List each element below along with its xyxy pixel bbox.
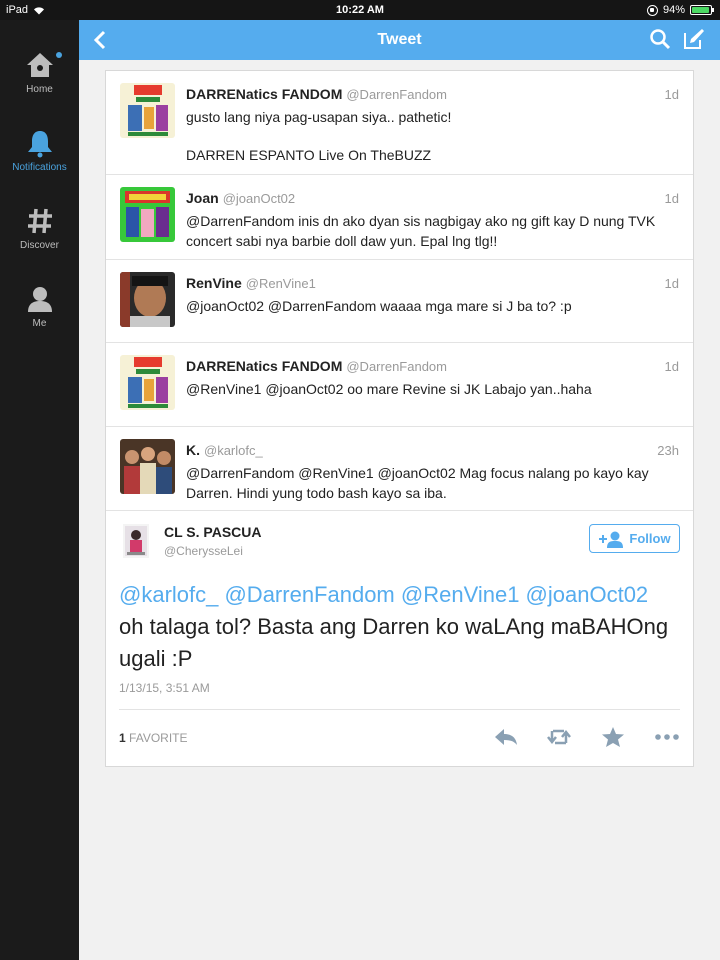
tweet-row[interactable]: DARRENatics FANDOM @DarrenFandom 1d gusto… [106,71,693,175]
author-handle: @RenVine1 [245,276,316,291]
bell-icon [27,131,52,158]
status-time: 10:22 AM [336,4,384,16]
search-icon[interactable] [649,28,671,50]
more-icon[interactable] [654,726,680,748]
favorite-label: FAVORITE [129,731,188,745]
retweet-icon[interactable] [546,726,572,748]
navbar: Tweet [79,20,720,60]
tweet-time: 23h [657,443,679,458]
tweet-text: gusto lang niya pag-usapan siya.. pathet… [186,107,686,165]
tweet-timestamp: 1/13/15, 3:51 AM [119,681,210,695]
avatar [120,83,175,138]
author-name: K. [186,442,200,458]
main-panel: Tweet DARRENatics FANDOM @DarrenFandom 1… [79,20,720,960]
tweet-time: 1d [664,276,679,291]
tweet-text-line: gusto lang niya pag-usapan siya.. pathet… [186,109,452,125]
tweet-row[interactable]: RenVine @RenVine1 1d @joanOct02 @DarrenFa… [106,260,693,343]
author-handle: @joanOct02 [222,191,296,206]
avatar [120,355,175,410]
tweet-row[interactable]: K. @karlofc_ 23h @DarrenFandom @RenVine1 … [106,427,693,511]
focused-tweet-text: @karlofc_ @DarrenFandom @RenVine1 @joanO… [119,579,684,675]
tweet-body: oh talaga tol? Basta ang Darren ko waLAn… [119,614,669,671]
avatar[interactable] [123,524,149,558]
author-handle: @karlofc_ [204,443,263,458]
compose-icon[interactable] [682,27,706,51]
avatar [120,272,175,327]
star-icon[interactable] [600,726,626,748]
follow-label: Follow [629,531,671,546]
author-name: DARRENatics FANDOM [186,86,343,102]
hashtag-icon [27,208,52,234]
sidebar-item-discover[interactable]: Discover [0,206,79,251]
tweet-author[interactable]: Joan @joanOct02 [186,190,295,206]
status-right: 94% [646,4,714,16]
author-handle: @DarrenFandom [346,359,447,374]
sidebar-item-label: Notifications [12,162,67,173]
add-user-icon [599,531,624,548]
tweet-author[interactable]: RenVine @RenVine1 [186,275,316,291]
tweet-author[interactable]: DARRENatics FANDOM @DarrenFandom [186,358,447,374]
sidebar-item-notifications[interactable]: Notifications [0,128,79,173]
rotation-lock-icon [646,4,658,16]
favorite-number: 1 [119,731,126,745]
follow-button[interactable]: Follow [589,524,680,553]
tweet-time: 1d [664,359,679,374]
tweet-text: @joanOct02 @DarrenFandom waaaa mga mare … [186,298,572,314]
tweet-author[interactable]: DARRENatics FANDOM @DarrenFandom [186,86,447,102]
sidebar-item-label: Discover [20,240,59,251]
tweet-row[interactable]: Joan @joanOct02 1d @DarrenFandom inis dn … [106,175,693,260]
mentions[interactable]: @karlofc_ @DarrenFandom @RenVine1 @joanO… [119,579,684,611]
battery-icon [690,5,714,15]
person-icon [27,287,52,312]
tweet-author[interactable]: K. @karlofc_ [186,442,263,458]
sidebar-item-me[interactable]: Me [0,284,79,329]
tweet-text: @DarrenFandom inis dn ako dyan sis nagbi… [186,213,656,249]
status-bar: iPad 10:22 AM 94% [0,0,720,20]
avatar [120,439,175,494]
sidebar-item-label: Home [26,84,53,95]
avatar [120,187,175,242]
author-name: RenVine [186,275,242,291]
reply-icon[interactable] [493,726,519,748]
author-name[interactable]: CL S. PASCUA [164,524,262,540]
author-name: Joan [186,190,219,206]
author-name: DARRENatics FANDOM [186,358,343,374]
sidebar-item-label: Me [32,318,47,329]
author-handle: @DarrenFandom [346,87,447,102]
home-icon [26,53,53,77]
tweet-text-line: DARREN ESPANTO Live On TheBUZZ [186,147,432,163]
sidebar-item-home[interactable]: Home [0,50,79,95]
sidebar: Home Notifications Discover Me [0,20,79,960]
tweet-time: 1d [664,87,679,102]
page-title: Tweet [377,31,422,48]
favorite-count[interactable]: 1 FAVORITE [119,731,187,745]
tweet-text: @DarrenFandom @RenVine1 @joanOct02 Mag f… [186,465,649,501]
battery-fill [692,7,709,13]
divider [119,709,680,710]
battery-percent: 94% [662,4,685,16]
home-unread-dot [56,52,62,58]
conversation-card: DARRENatics FANDOM @DarrenFandom 1d gusto… [105,70,694,767]
tweet-text: @RenVine1 @joanOct02 oo mare Revine si J… [186,381,592,397]
tweet-row[interactable]: DARRENatics FANDOM @DarrenFandom 1d @RenV… [106,343,693,427]
tweet-time: 1d [664,191,679,206]
author-handle[interactable]: @CherysseLei [164,544,243,558]
focused-tweet: CL S. PASCUA @CherysseLei Follow @karlof… [106,511,693,766]
